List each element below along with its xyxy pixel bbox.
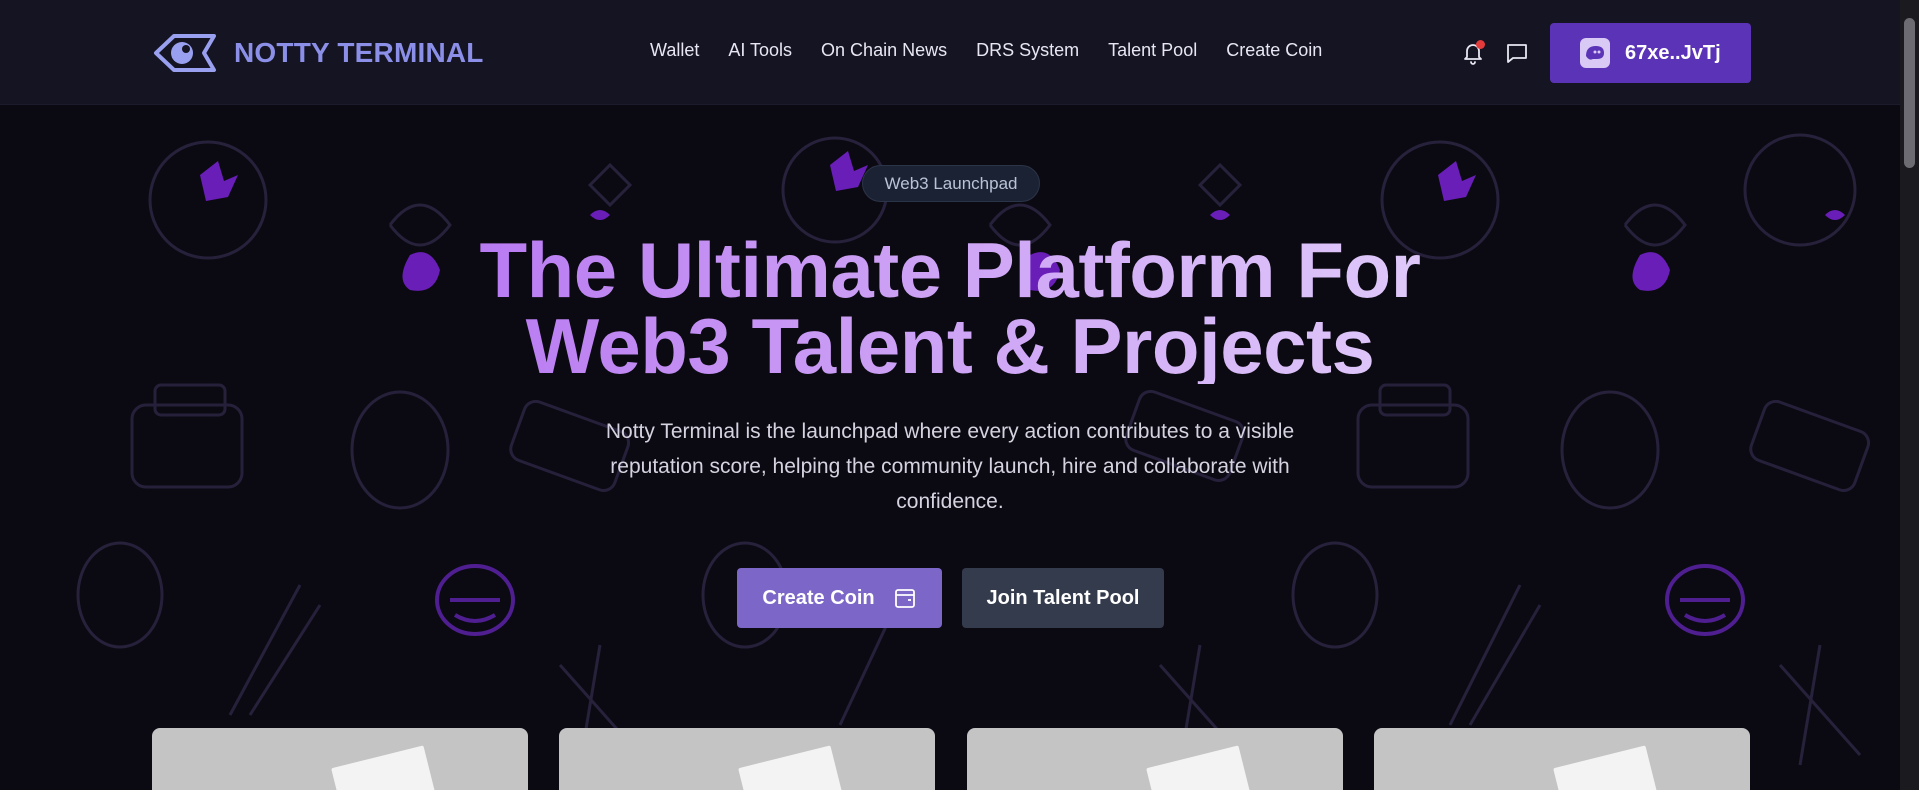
feature-card[interactable]	[967, 728, 1343, 790]
hero-title: The Ultimate Platform For Web3 Talent & …	[300, 232, 1600, 384]
scrollbar-thumb[interactable]	[1904, 18, 1915, 168]
placeholder-image-icon	[331, 745, 438, 790]
create-coin-label: Create Coin	[762, 586, 875, 609]
create-coin-button[interactable]: Create Coin	[737, 568, 942, 628]
top-navbar: NOTTY TERMINAL Wallet AI Tools On Chain …	[0, 0, 1900, 105]
nav-link-drs-system[interactable]: DRS System	[976, 40, 1079, 61]
hero-title-line2: Web3 Talent & Projects	[525, 302, 1375, 390]
ghost-avatar-icon	[1580, 38, 1610, 68]
feature-card[interactable]	[1374, 728, 1750, 790]
hero-subtitle: Notty Terminal is the launchpad where ev…	[605, 420, 1295, 513]
nav-link-talent-pool[interactable]: Talent Pool	[1108, 40, 1197, 61]
notification-dot	[1476, 40, 1485, 49]
placeholder-image-icon	[738, 745, 845, 790]
hero-title-line1: The Ultimate Platform For	[479, 226, 1421, 314]
wallet-address: 67xe..JvTj	[1625, 41, 1721, 64]
feature-card[interactable]	[152, 728, 528, 790]
placeholder-image-icon	[1553, 745, 1660, 790]
eye-diamond-logo-icon	[154, 34, 216, 72]
wallet-icon	[894, 589, 915, 608]
main-nav: Wallet AI Tools On Chain News DRS System…	[650, 40, 1322, 61]
nav-link-on-chain-news[interactable]: On Chain News	[821, 40, 947, 61]
placeholder-image-icon	[1146, 745, 1253, 790]
notifications-button[interactable]	[1458, 38, 1488, 68]
brand-name: NOTTY TERMINAL	[234, 37, 484, 68]
hero-badge: Web3 Launchpad	[862, 165, 1040, 202]
wallet-connect-button[interactable]: 67xe..JvTj	[1550, 23, 1751, 83]
join-talent-pool-button[interactable]: Join Talent Pool	[962, 568, 1164, 628]
feature-card[interactable]	[559, 728, 935, 790]
messages-button[interactable]	[1502, 38, 1532, 68]
brand[interactable]: NOTTY TERMINAL	[152, 30, 484, 76]
nav-link-wallet[interactable]: Wallet	[650, 40, 699, 61]
chat-bubble-icon	[1507, 44, 1527, 63]
page-scrollbar[interactable]	[1900, 0, 1919, 790]
nav-link-ai-tools[interactable]: AI Tools	[728, 40, 792, 61]
nav-link-create-coin[interactable]: Create Coin	[1226, 40, 1322, 61]
